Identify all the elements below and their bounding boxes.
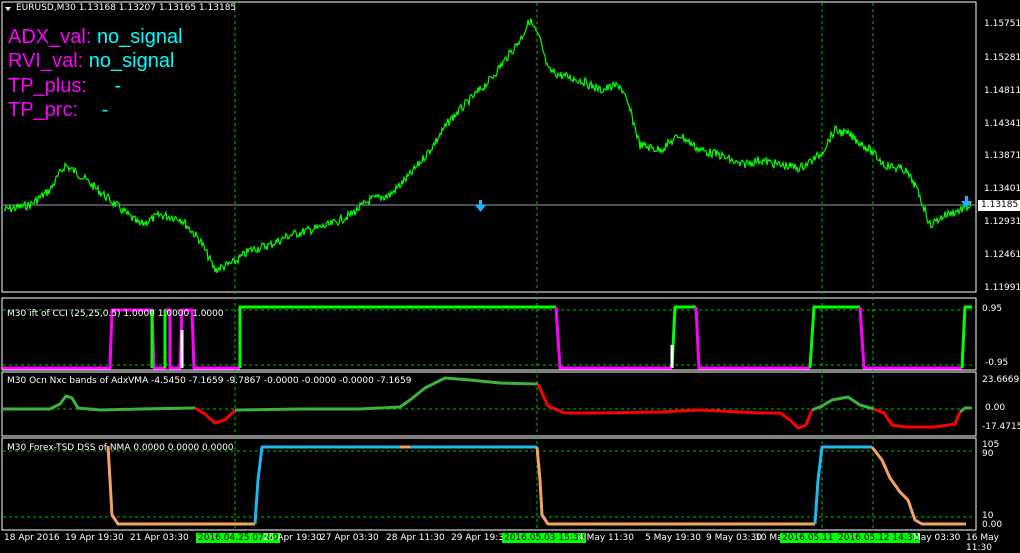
indicator-rvi: RVI_val: no_signal	[8, 50, 174, 73]
dropdown-triangle-icon[interactable]	[5, 7, 11, 11]
series-segment	[959, 406, 972, 414]
time-axis-label: 4 May 11:30	[578, 533, 634, 543]
indicator-tp-plus-value: -	[114, 75, 122, 97]
price-axis-tick: 1.14341	[984, 119, 1020, 129]
price-axis-tick: 1.12461	[984, 250, 1020, 260]
indicator-adx-value: no_signal	[96, 26, 183, 48]
series-segment	[238, 305, 556, 368]
symbol-line: EURUSD,M30 1.13168 1.13207 1.13165 1.131…	[16, 3, 237, 13]
series-segment	[873, 407, 962, 429]
pane3-axis-90: 90	[982, 449, 994, 459]
indicator-tp-prc: TP_prc: -	[8, 99, 108, 122]
chart-canvas[interactable]	[0, 0, 1020, 551]
series-segment	[694, 306, 810, 370]
price-axis-tick: 1.13871	[984, 151, 1020, 161]
indicator-rvi-value: no_signal	[88, 50, 175, 72]
price-axis-tick: 1.15751	[984, 19, 1020, 29]
indicator-adx-label: ADX_val:	[8, 26, 92, 48]
indicator-rvi-label: RVI_val:	[8, 50, 84, 72]
indicator-adx: ADX_val: no_signal	[8, 26, 183, 49]
series-segment	[3, 394, 196, 412]
series-segment	[811, 395, 875, 412]
price-axis-tick: 1.11991	[984, 283, 1020, 293]
time-axis-label: 29 Apr 19:3	[451, 533, 504, 543]
time-axis-label: May 03:30	[913, 533, 961, 543]
time-axis-crosshair-label: 2016.05.12 14:30	[836, 533, 921, 543]
series-segment	[554, 306, 672, 370]
series-segment	[813, 445, 872, 525]
time-axis-crosshair-label: 2016.05.11 1	[780, 533, 845, 543]
series-segment	[870, 446, 966, 526]
time-axis-label: 27 Apr 03:30	[320, 533, 379, 543]
series-segment	[536, 383, 814, 430]
indicator-tp-plus-label: TP_plus:	[8, 75, 87, 97]
pane3-levels	[3, 450, 976, 518]
pane2-title: M30 Ocn Nxc bands of AdxVMA -4.5450 -7.1…	[7, 376, 412, 386]
time-axis-label: 9 May 03:30	[706, 533, 762, 543]
price-axis-tick: 1.14811	[984, 86, 1020, 96]
time-axis-label: 18 Apr 2016	[4, 533, 60, 543]
pane3-axis-zero: 0.00	[982, 520, 1003, 530]
price-axis-tick: 1.12931	[984, 217, 1020, 227]
pane2-axis-top: 23.6669	[982, 375, 1020, 385]
series-segment	[253, 445, 400, 525]
time-axis-label: 25 Apr 19:30	[263, 533, 322, 543]
pane3-title: M30 Forex-TSD DSS of NMA 0.0000 0.0000 0…	[7, 443, 234, 453]
pane2-axis-zero: 0.00	[985, 403, 1006, 413]
time-axis-label: 5 May 19:30	[645, 533, 701, 543]
time-axis-label: 16 May 11:30	[966, 533, 999, 553]
pane2-axis-bottom: -17.4715	[982, 422, 1020, 432]
series-segment	[960, 305, 972, 369]
pane1-title: M30 ift of CCI (25,25,0.5) 1.0000 1.0000…	[7, 309, 224, 319]
current-price-badge: 1.13185	[978, 200, 1020, 211]
pane1-axis-top: 0.95	[982, 304, 1003, 314]
series-segment	[106, 445, 255, 526]
time-axis-label: 19 Apr 19:30	[65, 533, 124, 543]
series-segment	[858, 306, 962, 370]
time-axis-label: 21 Apr 03:30	[130, 533, 189, 543]
series-segment	[670, 305, 696, 369]
time-axis-crosshair-label: 2016.05.03 15:30	[502, 533, 587, 543]
indicator-tp-prc-value: -	[101, 99, 109, 121]
series-segment	[194, 406, 237, 425]
indicator-tp-plus: TP_plus: -	[8, 75, 121, 98]
price-axis-tick: 1.13401	[984, 184, 1020, 194]
indicator-tp-prc-label: TP_prc:	[8, 99, 79, 121]
series-segment	[808, 305, 860, 369]
sell-arrow-icon	[475, 200, 486, 212]
time-axis-label: 28 Apr 11:30	[386, 533, 445, 543]
pane1-axis-bottom: -0.95	[985, 358, 1009, 368]
price-axis-tick: 1.15281	[984, 53, 1020, 63]
series-segment	[535, 446, 815, 526]
